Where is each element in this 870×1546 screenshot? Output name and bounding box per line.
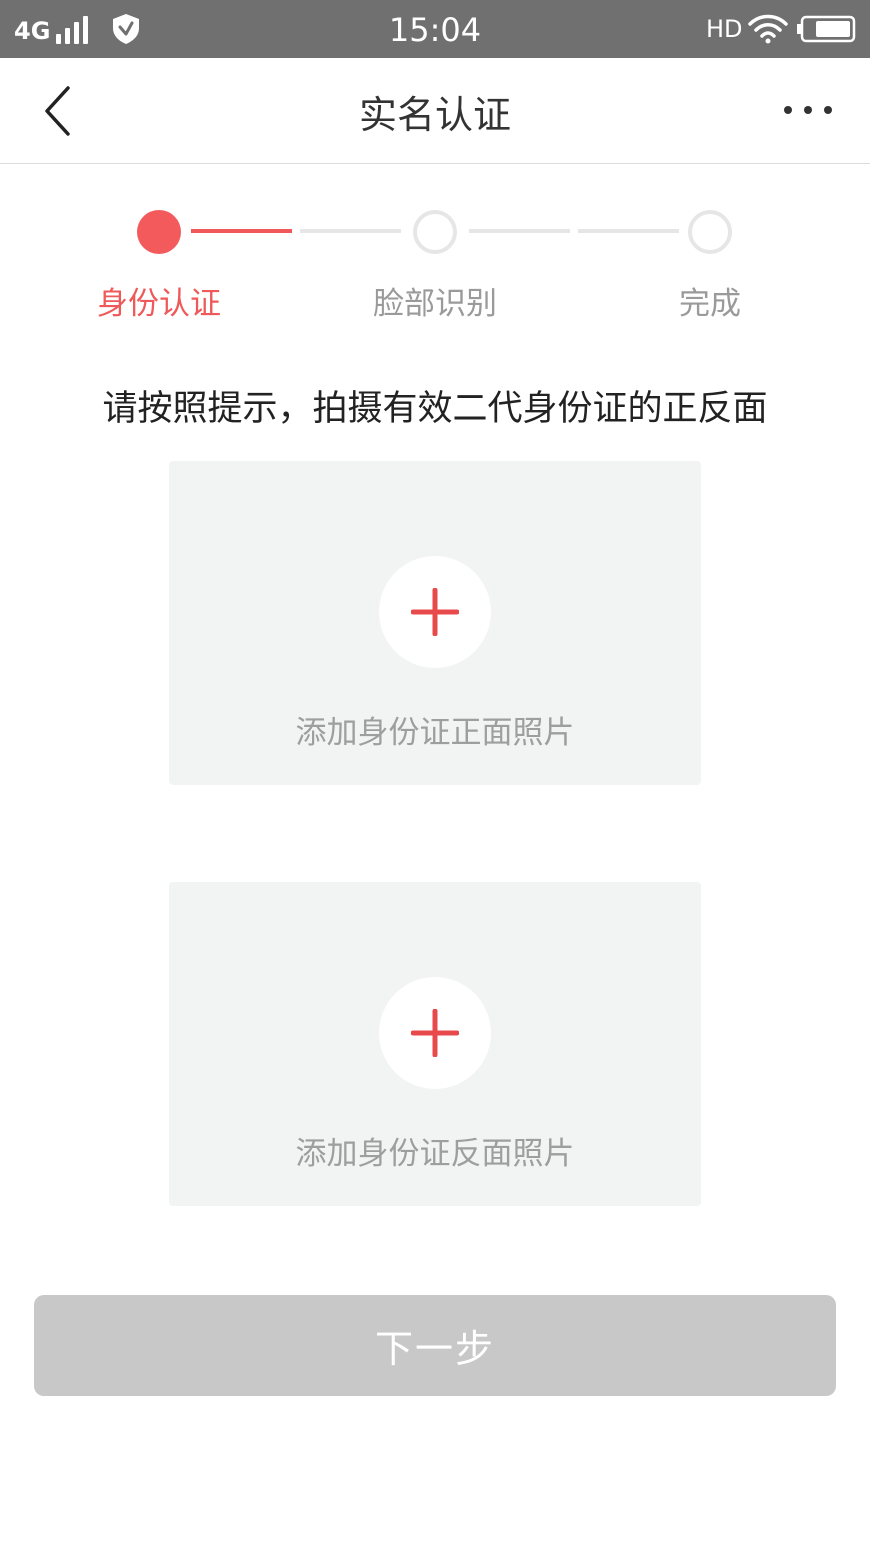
step-label-identity: 身份认证 xyxy=(97,286,221,322)
step-connector xyxy=(469,229,570,233)
step-connector xyxy=(191,229,292,233)
more-dots-icon xyxy=(784,106,792,114)
step-connector xyxy=(300,229,401,233)
upload-back-label: 添加身份证反面照片 xyxy=(295,1136,575,1172)
next-step-button[interactable]: 下一步 xyxy=(34,1295,836,1396)
more-button[interactable] xyxy=(776,96,838,126)
step-label-face: 脸部识别 xyxy=(373,286,497,322)
nav-bar: 实名认证 xyxy=(0,58,870,164)
plus-icon xyxy=(411,588,459,636)
instruction-text: 请按照提示，拍摄有效二代身份证的正反面 xyxy=(102,389,768,429)
step-label-complete: 完成 xyxy=(679,286,741,322)
step-dot-face xyxy=(413,210,457,254)
plus-icon xyxy=(411,1009,459,1057)
add-back-button[interactable] xyxy=(379,977,491,1089)
upload-front-label: 添加身份证正面照片 xyxy=(295,715,575,751)
status-bar: 4G 15:04 HD xyxy=(0,0,870,58)
battery-icon xyxy=(796,15,856,43)
step-dot-identity xyxy=(137,210,181,254)
step-connector xyxy=(578,229,679,233)
upload-front-card[interactable]: 添加身份证正面照片 xyxy=(169,461,701,785)
wifi-icon xyxy=(748,14,788,44)
upload-back-card[interactable]: 添加身份证反面照片 xyxy=(169,882,701,1206)
add-front-button[interactable] xyxy=(379,556,491,668)
page-title: 实名认证 xyxy=(358,93,511,137)
step-dot-complete xyxy=(688,210,732,254)
hd-indicator: HD xyxy=(706,15,743,43)
